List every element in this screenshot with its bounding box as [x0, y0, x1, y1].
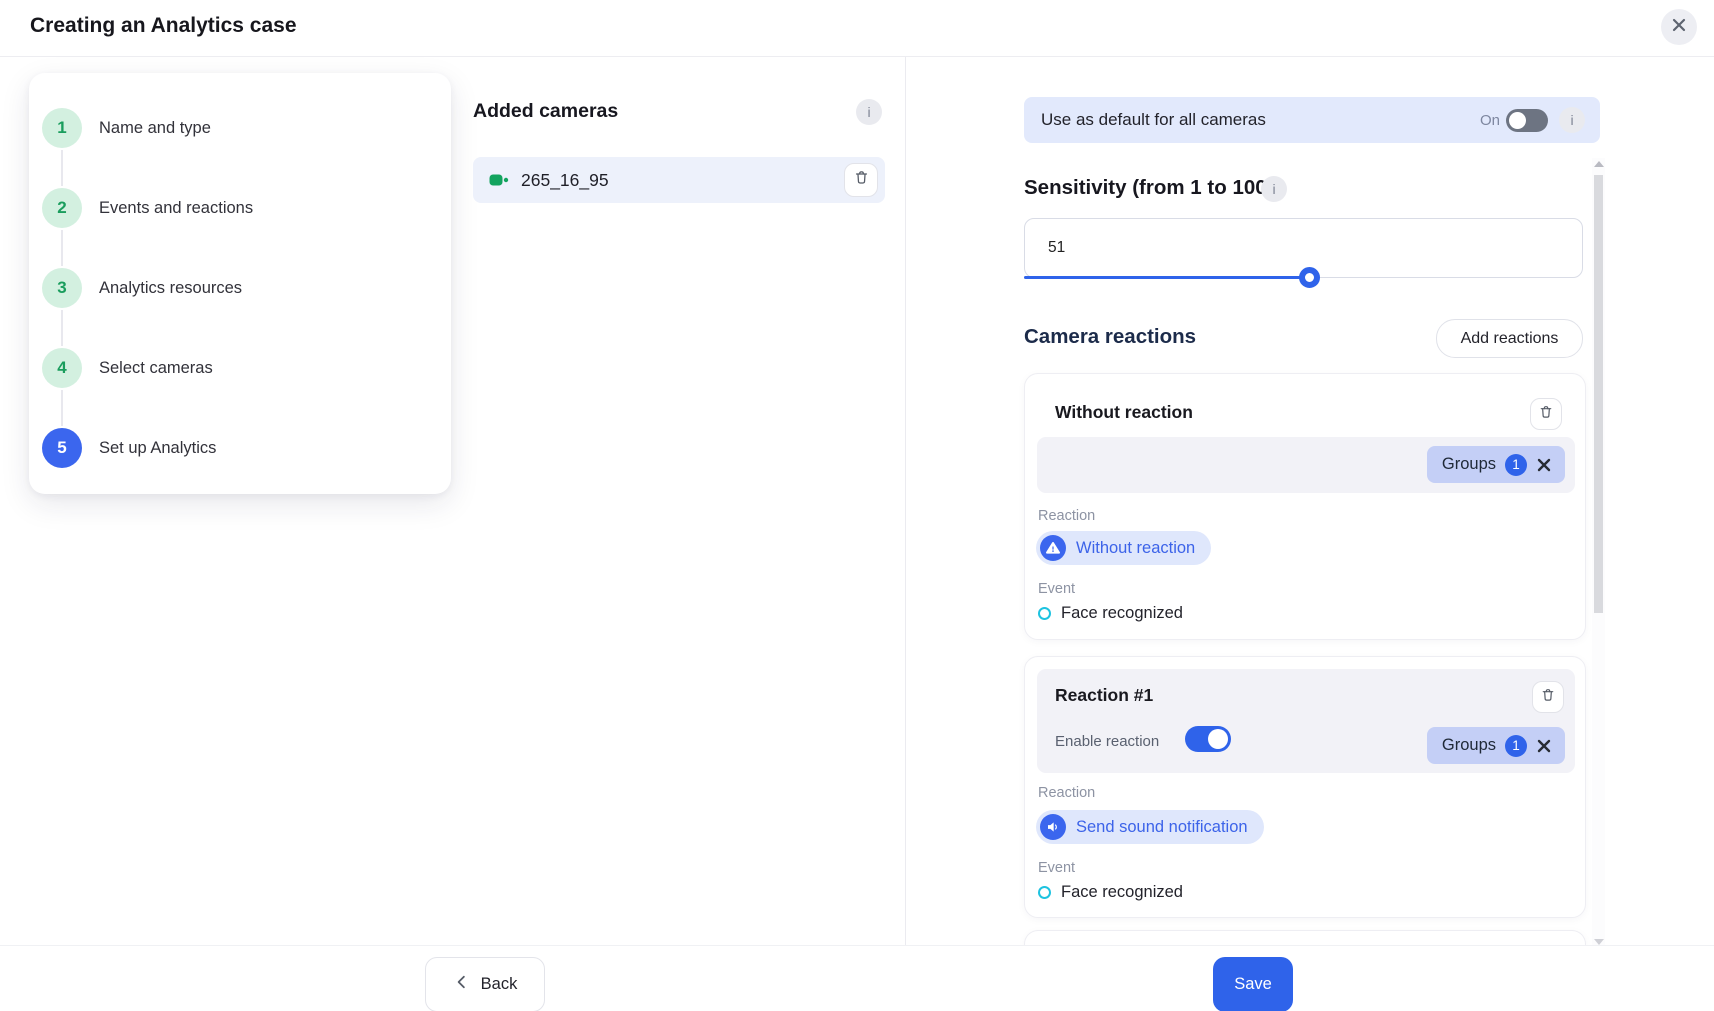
step-number-active: 5: [42, 428, 82, 468]
right-panel-scrollbar[interactable]: [1592, 158, 1605, 948]
enable-reaction-toggle[interactable]: [1185, 726, 1231, 752]
close-icon: [1671, 17, 1687, 38]
step-label: Events and reactions: [99, 188, 253, 228]
groups-chip[interactable]: Groups 1: [1427, 446, 1565, 483]
step-item-analytics-resources[interactable]: 3 Analytics resources: [29, 268, 451, 308]
reaction-field-label: Reaction: [1038, 785, 1095, 801]
remove-groups-icon[interactable]: [1536, 457, 1552, 473]
step-connector: [61, 230, 63, 266]
event-row: Face recognized: [1038, 604, 1183, 623]
step-connector: [61, 150, 63, 186]
dialog-header: Creating an Analytics case: [0, 0, 1714, 57]
reaction-value-pill[interactable]: Send sound notification: [1036, 810, 1264, 844]
trash-icon: [1540, 687, 1556, 708]
step-number: 4: [42, 348, 82, 388]
back-button[interactable]: Back: [425, 957, 545, 1011]
delete-camera-button[interactable]: [844, 163, 878, 197]
add-reactions-button[interactable]: Add reactions: [1436, 319, 1583, 358]
delete-reaction-button[interactable]: [1532, 681, 1564, 713]
sensitivity-info-icon[interactable]: i: [1261, 176, 1287, 202]
added-cameras-heading: Added cameras: [473, 100, 618, 123]
reaction-value-text: Send sound notification: [1076, 818, 1248, 837]
event-value-text: Face recognized: [1061, 883, 1183, 902]
sensitivity-slider[interactable]: [1024, 276, 1583, 280]
added-cameras-info-icon[interactable]: i: [856, 99, 882, 125]
enable-reaction-label: Enable reaction: [1055, 733, 1159, 750]
camera-name: 265_16_95: [521, 170, 609, 191]
default-banner-info-icon[interactable]: i: [1559, 107, 1585, 133]
event-field-label: Event: [1038, 581, 1075, 597]
step-item-select-cameras[interactable]: 4 Select cameras: [29, 348, 451, 388]
groups-chip-label: Groups: [1442, 736, 1496, 755]
groups-chip[interactable]: Groups 1: [1427, 727, 1565, 764]
default-toggle-state-label: On: [1480, 97, 1500, 143]
default-banner-label: Use as default for all cameras: [1041, 97, 1266, 143]
reaction-value-text: Without reaction: [1076, 539, 1195, 558]
toggle-knob: [1509, 112, 1526, 129]
warning-triangle-icon: [1040, 535, 1066, 561]
camera-list-item: 265_16_95: [473, 157, 885, 203]
speaker-icon: [1040, 814, 1066, 840]
dialog-footer: Back Save: [0, 945, 1714, 1011]
step-number: 3: [42, 268, 82, 308]
step-label: Analytics resources: [99, 268, 242, 308]
reaction-field-label: Reaction: [1038, 508, 1095, 524]
default-for-all-cameras-banner: Use as default for all cameras On i: [1024, 97, 1600, 143]
groups-count-badge: 1: [1505, 735, 1527, 757]
step-connector: [61, 310, 63, 346]
reaction-card-title: Without reaction: [1055, 402, 1193, 423]
scrollbar-up-arrow-icon[interactable]: [1594, 161, 1604, 167]
event-field-label: Event: [1038, 860, 1075, 876]
toggle-knob: [1208, 729, 1228, 749]
sensitivity-heading: Sensitivity (from 1 to 100): [1024, 176, 1273, 200]
event-row: Face recognized: [1038, 883, 1183, 902]
reaction-card-title: Reaction #1: [1055, 685, 1153, 706]
sensitivity-value: 51: [1048, 219, 1065, 277]
reaction-card-without-reaction: Without reaction Groups 1 Reaction: [1024, 373, 1586, 640]
step-number: 2: [42, 188, 82, 228]
default-cameras-toggle[interactable]: [1506, 109, 1548, 132]
sensitivity-slider-fill: [1024, 276, 1309, 279]
event-value-text: Face recognized: [1061, 604, 1183, 623]
trash-icon: [1538, 404, 1554, 425]
camera-reactions-heading: Camera reactions: [1024, 325, 1196, 349]
event-ring-icon: [1038, 886, 1051, 899]
event-ring-icon: [1038, 607, 1051, 620]
sensitivity-slider-thumb[interactable]: [1299, 267, 1320, 288]
reaction-header-band: Reaction #1 Enable reaction Groups 1: [1037, 669, 1575, 773]
reaction-card-partial: [1024, 930, 1586, 945]
reaction-card-reaction-1: Reaction #1 Enable reaction Groups 1 Re: [1024, 656, 1586, 918]
back-button-label: Back: [481, 975, 518, 994]
step-item-name-and-type[interactable]: 1 Name and type: [29, 108, 451, 148]
chevron-left-icon: [453, 973, 471, 996]
step-number: 1: [42, 108, 82, 148]
groups-chip-label: Groups: [1442, 455, 1496, 474]
camera-icon: [489, 172, 509, 188]
save-button[interactable]: Save: [1213, 957, 1293, 1011]
delete-reaction-button[interactable]: [1530, 398, 1562, 430]
step-label: Set up Analytics: [99, 428, 216, 468]
close-button[interactable]: [1661, 9, 1697, 45]
step-item-events-and-reactions[interactable]: 2 Events and reactions: [29, 188, 451, 228]
column-divider: [905, 57, 906, 945]
remove-groups-icon[interactable]: [1536, 738, 1552, 754]
groups-count-badge: 1: [1505, 454, 1527, 476]
scrollbar-thumb[interactable]: [1594, 175, 1603, 613]
step-item-set-up-analytics[interactable]: 5 Set up Analytics: [29, 428, 451, 468]
page-title: Creating an Analytics case: [30, 14, 297, 38]
reaction-value-pill[interactable]: Without reaction: [1036, 531, 1211, 565]
step-label: Select cameras: [99, 348, 213, 388]
creating-analytics-case-dialog: Creating an Analytics case 1 Name and ty…: [0, 0, 1714, 1011]
step-connector: [61, 390, 63, 426]
groups-band: Groups 1: [1037, 437, 1575, 493]
step-label: Name and type: [99, 108, 211, 148]
trash-icon: [853, 169, 870, 191]
stepper-card: 1 Name and type 2 Events and reactions 3…: [29, 73, 451, 494]
